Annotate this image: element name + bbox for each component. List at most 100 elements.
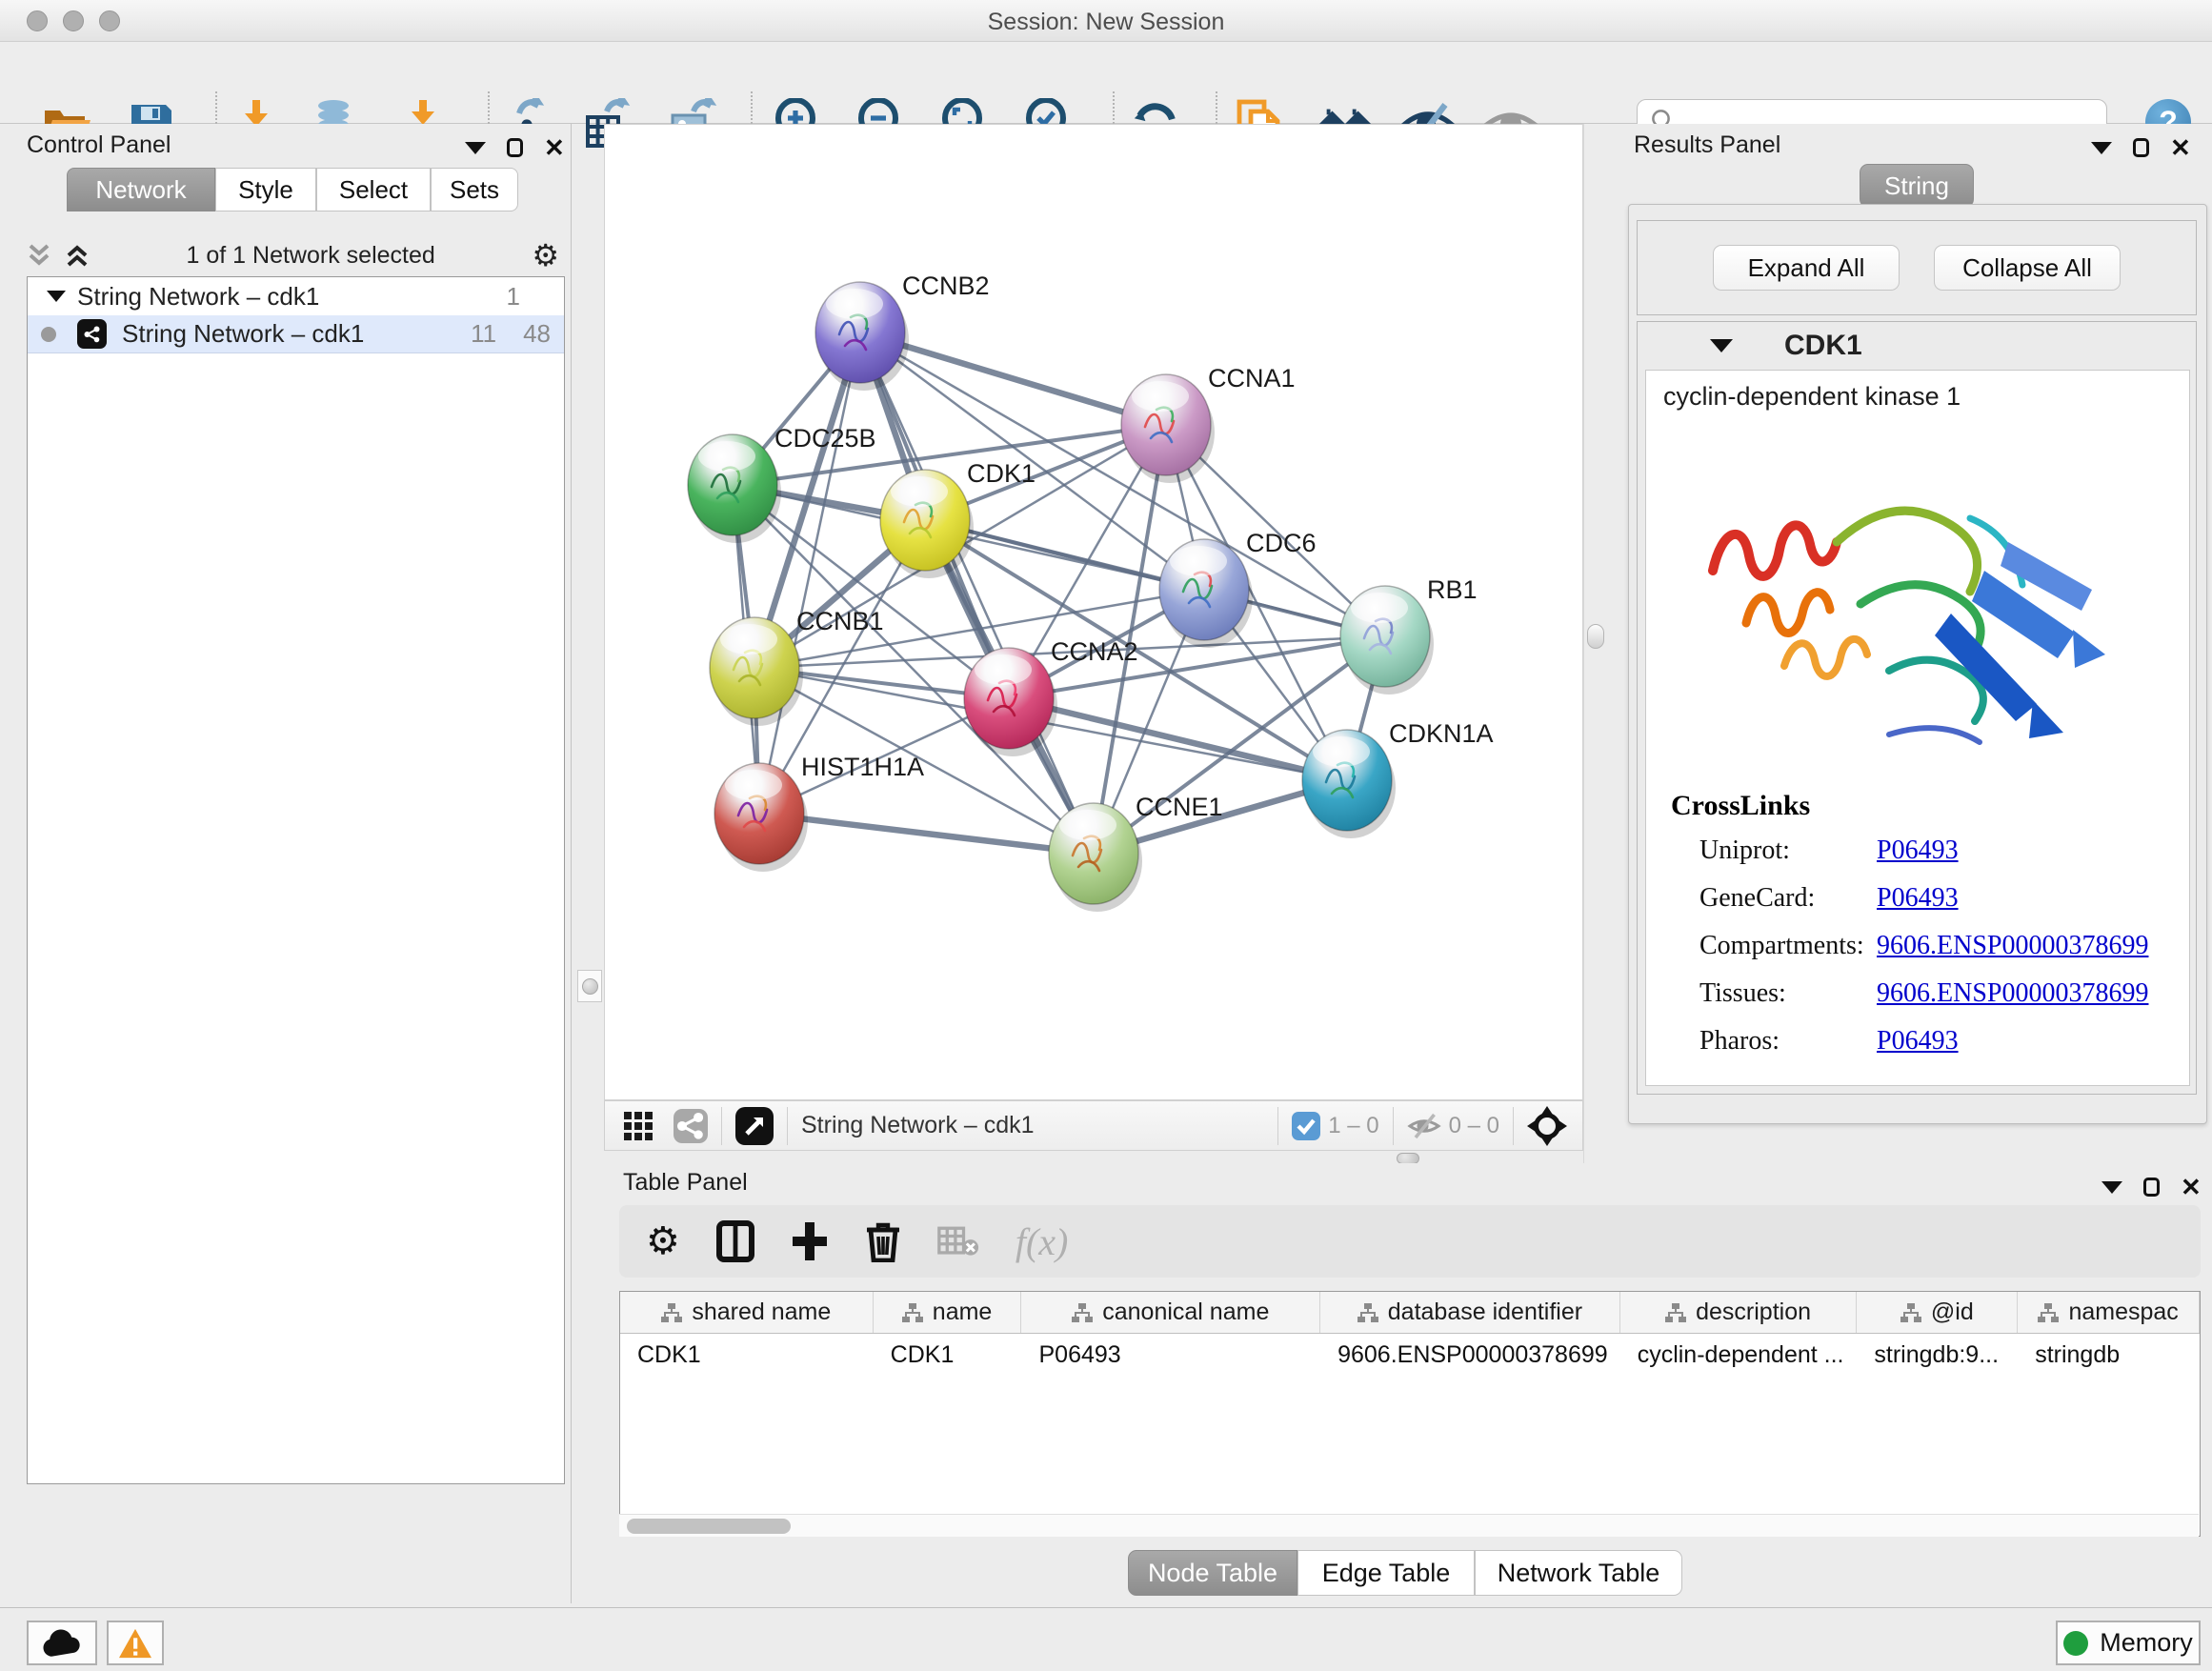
panel-close-icon[interactable]: ✕ <box>2181 1175 2202 1199</box>
column-header[interactable]: shared name <box>620 1292 874 1333</box>
horizontal-splitter[interactable] <box>604 1151 2212 1164</box>
column-header[interactable]: description <box>1620 1292 1858 1333</box>
panel-menu-icon[interactable] <box>465 142 486 154</box>
table-cell[interactable]: 9606.ENSP00000378699 <box>1320 1334 1620 1376</box>
network-node-ccna2[interactable] <box>964 648 1057 756</box>
function-builder-icon[interactable]: f(x) <box>1016 1219 1069 1264</box>
tab-network-table[interactable]: Network Table <box>1475 1550 1682 1596</box>
crosslink-link[interactable]: P06493 <box>1877 1026 1959 1057</box>
table-cell[interactable]: CDK1 <box>620 1334 874 1376</box>
tab-sets[interactable]: Sets <box>431 168 518 211</box>
network-row-label: String Network – cdk1 <box>122 319 471 349</box>
gene-collapse-icon[interactable] <box>1710 339 1733 352</box>
tab-string[interactable]: String <box>1860 164 1974 208</box>
column-header[interactable]: namespac <box>2018 1292 2200 1333</box>
network-row[interactable]: String Network – cdk1 11 48 <box>28 315 564 353</box>
scrollbar-thumb[interactable] <box>627 1519 791 1534</box>
tab-select[interactable]: Select <box>316 168 431 211</box>
network-view-toolbar: String Network – cdk1 1 – 0 0 – 0 <box>604 1100 1583 1151</box>
panel-menu-icon[interactable] <box>2101 1181 2122 1194</box>
panel-menu-icon[interactable] <box>2091 142 2112 154</box>
fit-content-crosshair-icon[interactable] <box>1527 1106 1567 1146</box>
tab-style[interactable]: Style <box>215 168 316 211</box>
control-panel: Control Panel ✕ Network Style Select Set… <box>0 124 572 1603</box>
gene-description: cyclin-dependent kinase 1 <box>1663 382 1961 412</box>
selected-checkbox-icon[interactable] <box>1292 1112 1320 1140</box>
network-node-count: 11 <box>471 319 496 349</box>
memory-button[interactable]: Memory <box>2056 1621 2201 1665</box>
cloud-icon <box>41 1628 83 1659</box>
network-node-rb1[interactable] <box>1340 586 1434 695</box>
table-row[interactable]: CDK1CDK1P064939606.ENSP00000378699cyclin… <box>620 1334 2200 1376</box>
crosslink-label: Compartments: <box>1699 931 1877 961</box>
table-cell[interactable]: P06493 <box>1021 1334 1320 1376</box>
network-collection-row[interactable]: String Network – cdk1 1 <box>28 277 564 315</box>
collapse-all-networks-icon[interactable] <box>27 242 51 269</box>
crosslink-link[interactable]: P06493 <box>1877 836 1959 866</box>
panel-float-icon[interactable] <box>507 138 523 157</box>
collection-expand-icon[interactable] <box>47 291 66 302</box>
panel-float-icon[interactable] <box>2133 138 2149 157</box>
tab-node-table[interactable]: Node Table <box>1128 1550 1297 1596</box>
network-edge[interactable] <box>759 814 1094 854</box>
crosslink-link[interactable]: P06493 <box>1877 883 1959 914</box>
crosslink-row: Tissues:9606.ENSP00000378699 <box>1671 978 2148 1009</box>
tab-network[interactable]: Network <box>67 168 215 211</box>
node-label-cdc25b: CDC25B <box>774 424 876 453</box>
birds-eye-view-icon[interactable] <box>735 1107 774 1145</box>
crosslink-label: Uniprot: <box>1699 836 1877 866</box>
network-node-hist1h1a[interactable] <box>714 763 808 872</box>
crosslink-label: GeneCard: <box>1699 883 1877 914</box>
panel-float-icon[interactable] <box>2143 1178 2160 1197</box>
warning-button[interactable] <box>107 1621 164 1665</box>
table-horizontal-scrollbar[interactable] <box>619 1514 2199 1537</box>
delete-table-icon[interactable] <box>937 1224 979 1258</box>
table-cell[interactable]: stringdb:9... <box>1857 1334 2018 1376</box>
network-node-ccnb2[interactable] <box>815 282 909 391</box>
network-node-cdc25b[interactable] <box>688 434 781 543</box>
results-gene-list: CDK1 cyclin-dependent kinase 1 <box>1637 321 2197 1095</box>
table-cell[interactable]: cyclin-dependent ... <box>1620 1334 1858 1376</box>
network-node-cdk1[interactable] <box>880 470 974 578</box>
network-node-ccnb1[interactable] <box>710 617 803 726</box>
add-column-icon[interactable] <box>791 1220 829 1262</box>
column-header[interactable]: name <box>874 1292 1022 1333</box>
gene-detail-card: cyclin-dependent kinase 1 <box>1645 370 2190 1086</box>
delete-column-trash-icon[interactable] <box>865 1220 901 1262</box>
hidden-eye-slash-icon[interactable] <box>1407 1112 1441 1140</box>
network-node-cdkn1a[interactable] <box>1302 730 1396 838</box>
tab-edge-table[interactable]: Edge Table <box>1297 1550 1475 1596</box>
panel-close-icon[interactable]: ✕ <box>2170 135 2191 160</box>
network-style-icon[interactable] <box>674 1109 708 1143</box>
grid-view-icon[interactable] <box>622 1110 654 1142</box>
network-canvas[interactable]: CCNB2CCNA1CDC25BCDK1CDC6RB1CCNB1CCNA2CDK… <box>604 124 1583 1100</box>
network-node-ccne1[interactable] <box>1049 803 1142 912</box>
column-header[interactable]: @id <box>1857 1292 2018 1333</box>
memory-label: Memory <box>2100 1628 2193 1658</box>
network-edge-count: 48 <box>523 319 551 349</box>
gene-section-header[interactable]: CDK1 <box>1638 322 2196 370</box>
crosslink-link[interactable]: 9606.ENSP00000378699 <box>1877 978 2148 1009</box>
network-options-gear-icon[interactable]: ⚙ <box>532 237 559 273</box>
show-columns-icon[interactable] <box>716 1220 754 1262</box>
table-cell[interactable]: stringdb <box>2018 1334 2200 1376</box>
cloud-button[interactable] <box>27 1621 97 1665</box>
network-node-cdc6[interactable] <box>1159 539 1253 648</box>
table-cell[interactable]: CDK1 <box>874 1334 1022 1376</box>
node-label-ccna1: CCNA1 <box>1208 364 1296 393</box>
column-header[interactable]: canonical name <box>1021 1292 1320 1333</box>
hidden-count-badge: 0 – 0 <box>1449 1113 1499 1139</box>
crosslink-label: Tissues: <box>1699 978 1877 1009</box>
panel-close-icon[interactable]: ✕ <box>544 135 565 160</box>
protein-structure-image <box>1694 428 2142 780</box>
expand-all-networks-icon[interactable] <box>65 242 90 269</box>
network-edge[interactable] <box>1009 698 1347 780</box>
panel-splitter-handle[interactable] <box>577 970 602 1002</box>
table-options-gear-icon[interactable]: ⚙ <box>646 1219 680 1263</box>
network-node-ccna1[interactable] <box>1121 374 1215 483</box>
column-header[interactable]: database identifier <box>1320 1292 1620 1333</box>
expand-all-button[interactable]: Expand All <box>1713 245 1900 291</box>
results-splitter-handle[interactable] <box>1587 624 1604 649</box>
collapse-all-button[interactable]: Collapse All <box>1934 245 2121 291</box>
crosslink-link[interactable]: 9606.ENSP00000378699 <box>1877 931 2148 961</box>
